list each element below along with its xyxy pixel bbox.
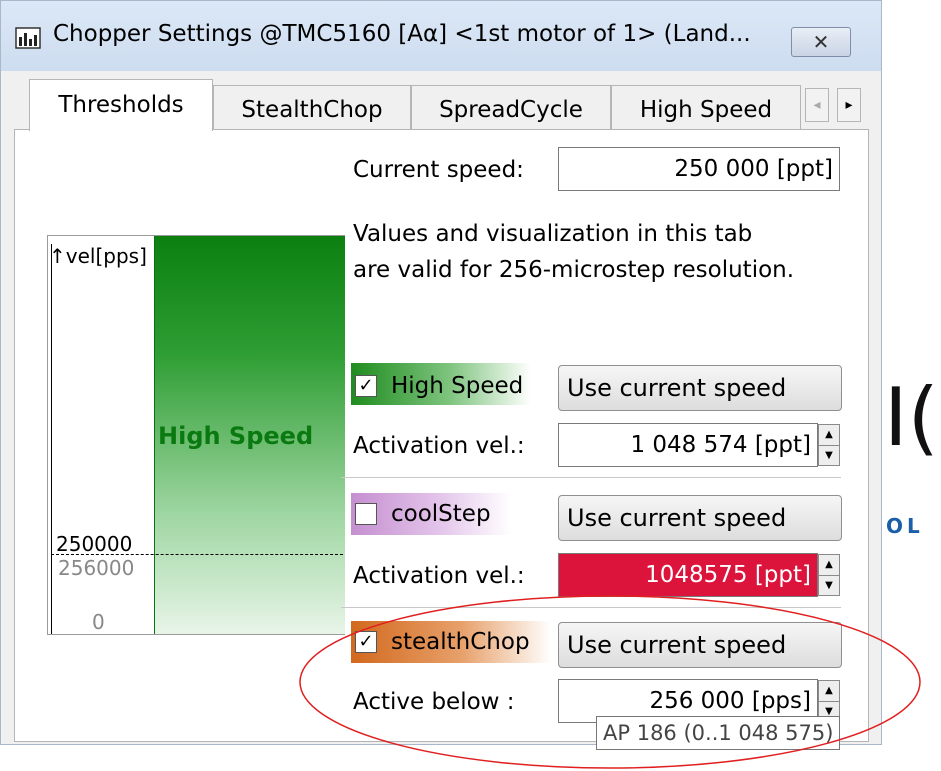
tab-thresholds[interactable]: Thresholds: [29, 79, 213, 131]
tab-label: Thresholds: [58, 92, 184, 118]
